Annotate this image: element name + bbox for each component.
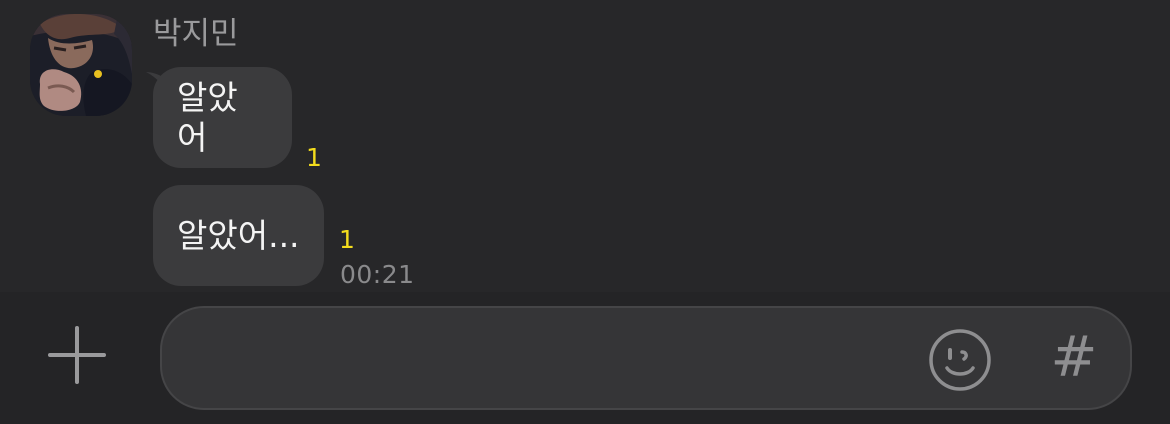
attach-button[interactable]: [44, 322, 110, 388]
profile-photo: [30, 14, 132, 116]
message-field[interactable]: #: [160, 306, 1132, 410]
message-input[interactable]: [188, 330, 912, 388]
smiley-icon: [929, 329, 991, 391]
composer-bar: #: [0, 292, 1170, 424]
message-text: 알았어: [177, 77, 238, 157]
message-text: 알았어...: [177, 215, 300, 255]
sender-name: 박지민: [153, 16, 239, 52]
message-bubble[interactable]: 알았어: [153, 67, 292, 168]
message-bubble[interactable]: 알았어...: [153, 185, 324, 286]
plus-icon: [48, 326, 106, 384]
unread-count: 1: [339, 225, 355, 254]
avatar[interactable]: [30, 14, 132, 116]
unread-count: 1: [306, 143, 322, 172]
chat-area: 박지민 알았어 1 알았어... 1 00:21: [0, 0, 1170, 292]
message-timestamp: 00:21: [340, 260, 415, 289]
hashtag-button[interactable]: #: [1048, 326, 1100, 390]
emoticon-button[interactable]: [928, 328, 992, 392]
